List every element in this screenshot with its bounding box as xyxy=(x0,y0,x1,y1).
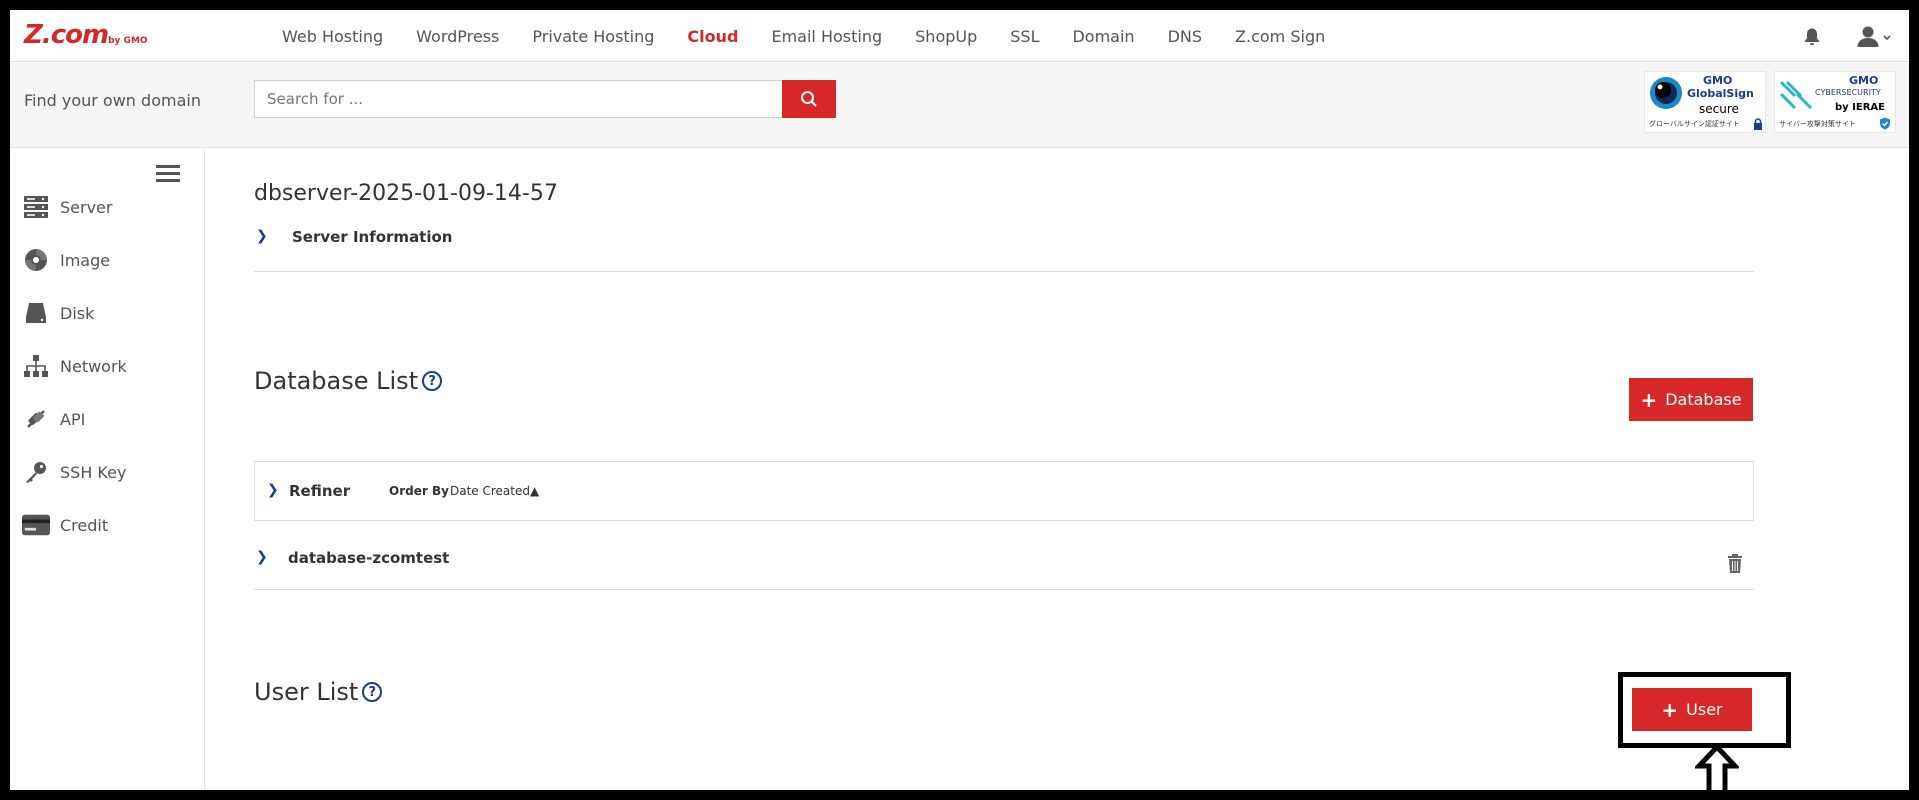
logo-sub-text: by GMO xyxy=(108,36,148,46)
nav-link-web-hosting[interactable]: Web Hosting xyxy=(282,27,383,46)
user-list-heading: User List xyxy=(254,678,359,706)
nav-link-email-hosting[interactable]: Email Hosting xyxy=(771,27,882,46)
hamburger-menu-icon[interactable] xyxy=(156,165,180,183)
nav-link-dns[interactable]: DNS xyxy=(1168,27,1202,46)
order-by-date-created[interactable]: Date Created▲ xyxy=(450,484,539,498)
up-arrow-annotation-icon xyxy=(1695,744,1739,790)
sidebar-item-label: Image xyxy=(60,250,111,270)
server-information-label: Server Information xyxy=(292,228,453,246)
add-database-button[interactable]: + Database xyxy=(1629,378,1753,421)
globalsign-logo-icon xyxy=(1650,77,1682,109)
cyber-brand: GMO xyxy=(1849,74,1879,87)
server-information-accordion[interactable]: ❯ Server Information xyxy=(254,214,1754,272)
chevron-right-icon: ❯ xyxy=(267,482,279,498)
sidebar-item-label: Disk xyxy=(60,303,95,323)
credit-card-icon xyxy=(22,512,50,538)
domain-search-bar: Find your own domain GMO GlobalSign secu… xyxy=(10,63,1909,148)
disk-icon xyxy=(22,300,50,326)
domain-search-input[interactable] xyxy=(254,80,784,118)
refiner-label: Refiner xyxy=(289,482,351,500)
trash-icon[interactable] xyxy=(1727,554,1743,574)
sidebar-item-api[interactable]: API xyxy=(22,401,197,437)
find-domain-label: Find your own domain xyxy=(24,91,201,110)
refiner-panel[interactable]: ❯ Refiner Order By Date Created▲ xyxy=(254,461,1754,521)
sidebar-item-server[interactable]: Server xyxy=(22,189,197,225)
chevron-right-icon: ❯ xyxy=(256,549,268,565)
image-icon xyxy=(22,247,50,273)
zcom-logo[interactable]: Z.comby GMO xyxy=(24,20,148,50)
user-list-title: User List ? xyxy=(254,678,383,706)
database-list-title: Database List ? xyxy=(254,367,443,395)
chevron-right-icon: ❯ xyxy=(256,228,268,244)
nav-link-z-com-sign[interactable]: Z.com Sign xyxy=(1235,27,1325,46)
plus-icon: + xyxy=(1640,387,1658,412)
order-by-label: Order By xyxy=(389,484,449,498)
sidebar-item-label: Credit xyxy=(60,515,109,535)
globalsign-name: GlobalSign xyxy=(1687,87,1754,100)
sidebar-item-credit[interactable]: Credit xyxy=(22,507,197,543)
database-list-heading: Database List xyxy=(254,367,419,395)
sidebar-item-image[interactable]: Image xyxy=(22,242,197,278)
sidebar-item-network[interactable]: Network xyxy=(22,348,197,384)
cyber-name: CYBERSECURITY xyxy=(1815,88,1881,97)
server-icon xyxy=(22,194,50,220)
sidebar-item-label: API xyxy=(60,409,86,429)
search-button[interactable] xyxy=(782,80,836,118)
sidebar-item-label: SSH Key xyxy=(60,462,127,482)
logo-text: Z.com xyxy=(24,20,109,50)
add-database-label: Database xyxy=(1665,390,1742,409)
cyber-caption: サイバー攻撃対策サイト xyxy=(1779,120,1856,128)
app-window: Z.comby GMO Web Hosting WordPress Private … xyxy=(10,10,1909,790)
sidebar-item-ssh-key[interactable]: SSH Key xyxy=(22,454,197,490)
top-navigation: Z.comby GMO Web Hosting WordPress Private … xyxy=(10,10,1909,62)
ierae-logo-icon xyxy=(1779,80,1813,110)
lock-icon xyxy=(1754,118,1762,130)
nav-link-cloud[interactable]: Cloud xyxy=(687,27,738,46)
sidebar-item-label: Network xyxy=(60,356,127,376)
globalsign-brand: GMO xyxy=(1703,74,1733,87)
cyber-sub: by IERAE xyxy=(1835,102,1885,113)
nav-link-domain[interactable]: Domain xyxy=(1072,27,1134,46)
sidebar: Server Image Disk Network API SSH Key Cr… xyxy=(10,149,205,790)
globalsign-caption: グローバルサイン認証サイト xyxy=(1649,120,1740,128)
highlight-annotation-box xyxy=(1618,672,1791,748)
search-icon xyxy=(801,91,817,107)
main-nav: Web Hosting WordPress Private Hosting Cloud… xyxy=(282,10,1358,62)
nav-link-wordpress[interactable]: WordPress xyxy=(416,27,499,46)
sidebar-item-disk[interactable]: Disk xyxy=(22,295,197,331)
help-icon[interactable]: ? xyxy=(422,371,443,391)
nav-link-ssl[interactable]: SSL xyxy=(1010,27,1039,46)
globalsign-badge[interactable]: GMO GlobalSign secure グローバルサイン認証サイト xyxy=(1644,71,1766,133)
nav-link-shopup[interactable]: ShopUp xyxy=(915,27,977,46)
api-icon xyxy=(22,406,50,432)
page-title: dbserver-2025-01-09-14-57 xyxy=(254,181,558,206)
shield-check-icon xyxy=(1880,117,1890,130)
sidebar-item-label: Server xyxy=(60,197,113,217)
network-icon xyxy=(22,353,50,379)
bell-icon[interactable] xyxy=(1803,27,1821,47)
key-icon xyxy=(22,459,50,485)
help-icon[interactable]: ? xyxy=(362,682,383,702)
database-name: database-zcomtest xyxy=(288,549,450,567)
nav-link-private-hosting[interactable]: Private Hosting xyxy=(532,27,654,46)
user-icon[interactable] xyxy=(1856,25,1892,49)
cybersecurity-badge[interactable]: GMO CYBERSECURITY by IERAE サイバー攻撃対策サイト xyxy=(1774,71,1896,133)
database-row[interactable]: ❯ database-zcomtest xyxy=(254,537,1754,590)
globalsign-sub: secure xyxy=(1699,102,1739,116)
